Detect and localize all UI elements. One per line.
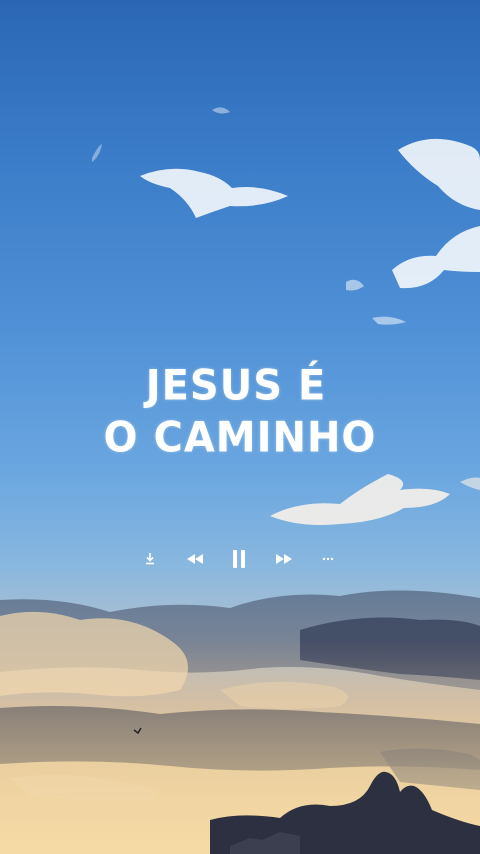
upper-clouds: [92, 107, 480, 325]
download-button[interactable]: [138, 542, 162, 576]
more-button[interactable]: [316, 542, 340, 576]
quote-line-1: JESUS É: [145, 361, 327, 411]
fast-forward-button[interactable]: [271, 542, 297, 576]
pause-icon: [233, 550, 245, 568]
download-icon: [146, 553, 154, 565]
rewind-icon: [187, 554, 203, 564]
fast-forward-icon: [276, 554, 292, 564]
media-controls: [0, 542, 480, 576]
middle-clouds: [270, 474, 480, 525]
wallpaper-quote: JESUS É O CAMINHO: [0, 360, 480, 464]
rewind-button[interactable]: [182, 542, 208, 576]
pause-button[interactable]: [226, 542, 252, 576]
quote-line-2: O CAMINHO: [103, 413, 377, 463]
sky-wallpaper: JESUS É O CAMINHO: [0, 0, 480, 854]
more-icon: [322, 557, 334, 561]
